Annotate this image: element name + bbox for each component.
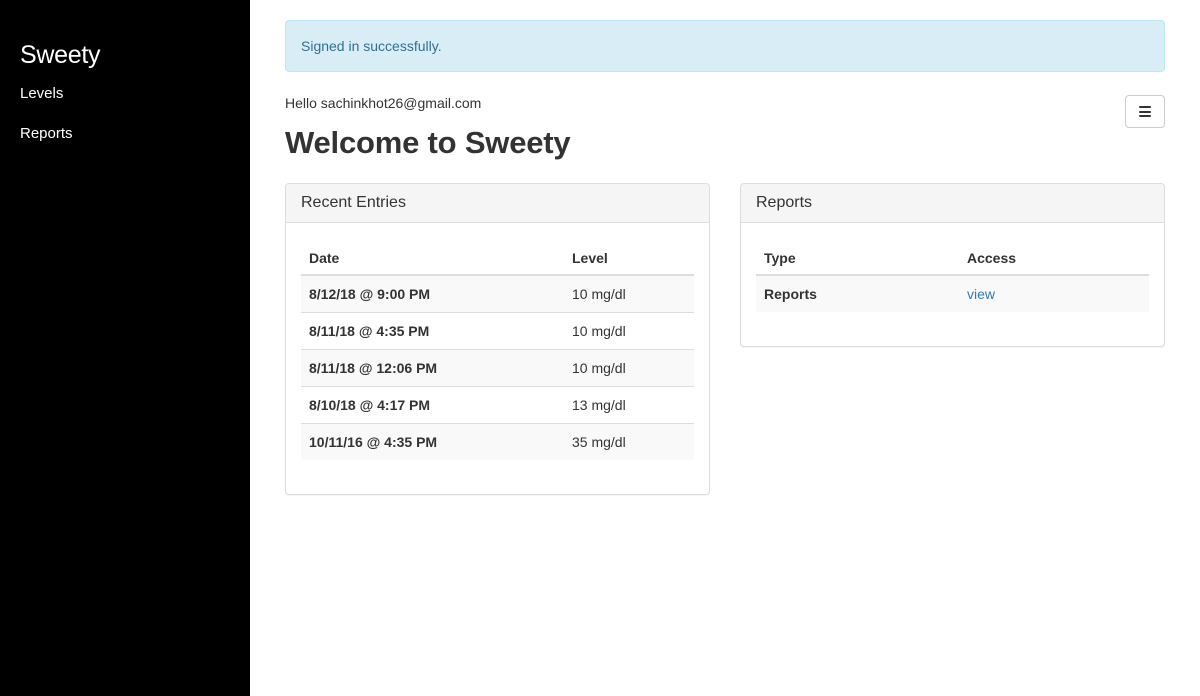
- table-row: 8/11/18 @ 12:06 PM 10 mg/dl: [301, 348, 694, 386]
- view-report-link[interactable]: view: [967, 286, 995, 302]
- column-header-date: Date: [301, 238, 564, 276]
- entry-level: 10 mg/dl: [564, 275, 694, 312]
- report-type: Reports: [756, 275, 959, 312]
- table-row: 8/11/18 @ 4:35 PM 10 mg/dl: [301, 311, 694, 349]
- column-header-level: Level: [564, 238, 694, 276]
- page-title: Welcome to Sweety: [285, 125, 571, 160]
- entry-date: 8/11/18 @ 12:06 PM: [301, 348, 564, 386]
- entry-level: 13 mg/dl: [564, 385, 694, 423]
- table-row: 10/11/16 @ 4:35 PM 35 mg/dl: [301, 422, 694, 460]
- menu-button[interactable]: [1125, 95, 1165, 128]
- entry-date: 8/12/18 @ 9:00 PM: [301, 275, 564, 312]
- table-row: 8/10/18 @ 4:17 PM 13 mg/dl: [301, 385, 694, 423]
- table-row: Reports view: [756, 275, 1149, 312]
- reports-heading: Reports: [741, 184, 1164, 223]
- recent-entries-table: Date Level 8/12/18 @ 9:00 PM 10 mg/dl 8/…: [301, 238, 694, 460]
- greeting-row: Hello sachinkhot26@gmail.com: [285, 94, 1165, 130]
- column-header-access: Access: [959, 238, 1149, 276]
- entry-level: 10 mg/dl: [564, 348, 694, 386]
- main-content: Signed in successfully. Hello sachinkhot…: [285, 20, 1165, 495]
- hamburger-icon: [1139, 106, 1151, 117]
- table-row: 8/12/18 @ 9:00 PM 10 mg/dl: [301, 275, 694, 312]
- column-header-type: Type: [756, 238, 959, 276]
- brand-logo[interactable]: Sweety: [20, 40, 230, 70]
- sidebar-item-levels[interactable]: Levels: [20, 84, 230, 104]
- entry-level: 10 mg/dl: [564, 311, 694, 349]
- sidebar-item-reports[interactable]: Reports: [20, 124, 230, 144]
- recent-entries-heading: Recent Entries: [286, 184, 709, 223]
- greeting-text: Hello sachinkhot26@gmail.com: [285, 95, 482, 111]
- sidebar: Sweety Levels Reports: [0, 0, 250, 696]
- reports-table: Type Access Reports view: [756, 238, 1149, 312]
- alert-info: Signed in successfully.: [285, 20, 1165, 72]
- entry-date: 8/11/18 @ 4:35 PM: [301, 311, 564, 349]
- reports-panel: Reports Type Access Reports view: [740, 183, 1165, 347]
- recent-entries-panel: Recent Entries Date Level 8/12/18 @ 9:00…: [285, 183, 710, 495]
- entry-level: 35 mg/dl: [564, 422, 694, 460]
- entry-date: 10/11/16 @ 4:35 PM: [301, 422, 564, 460]
- entry-date: 8/10/18 @ 4:17 PM: [301, 385, 564, 423]
